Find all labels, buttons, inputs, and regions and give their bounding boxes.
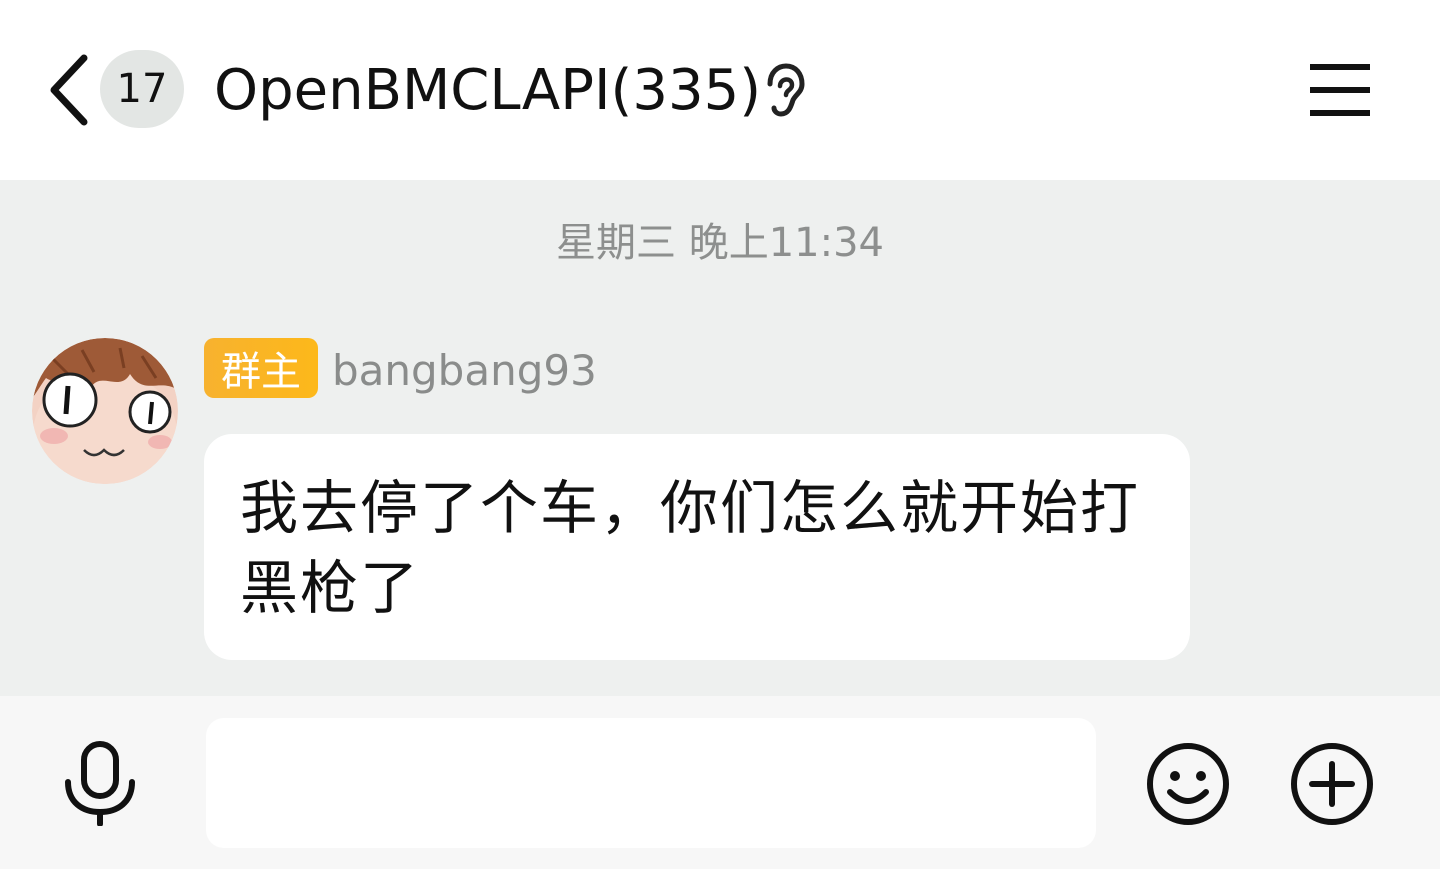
message-bubble[interactable]: 我去停了个车，你们怎么就开始打黑枪了	[204, 434, 1190, 660]
chat-header: 17 OpenBMCLAPI(335)	[0, 0, 1440, 180]
ear-icon[interactable]	[758, 62, 810, 118]
sender-name[interactable]: bangbang93	[332, 340, 597, 400]
avatar[interactable]	[32, 338, 178, 484]
voice-button[interactable]	[60, 740, 140, 827]
smiley-icon	[1147, 743, 1229, 825]
chevron-left-icon	[50, 54, 88, 126]
unread-count-badge[interactable]: 17	[100, 50, 184, 128]
message-list[interactable]: 星期三 晚上11:34 群主 bangbang93 我去停了个车，你们怎么就开始…	[0, 180, 1440, 696]
microphone-icon	[65, 741, 135, 827]
plus-circle-icon	[1291, 743, 1373, 825]
anime-face-avatar	[32, 338, 178, 484]
group-owner-badge: 群主	[204, 338, 318, 398]
chat-screen: 17 OpenBMCLAPI(335) 星期三 晚上11:34 群主 bangb…	[0, 0, 1440, 869]
menu-button[interactable]	[1302, 58, 1378, 122]
emoji-button[interactable]	[1144, 740, 1232, 828]
input-bar	[0, 696, 1440, 869]
chat-title: OpenBMCLAPI(335)	[214, 57, 762, 123]
hamburger-menu-icon	[1310, 64, 1370, 116]
message-input[interactable]	[206, 718, 1096, 848]
message-timestamp: 星期三 晚上11:34	[556, 220, 884, 266]
back-button[interactable]	[40, 52, 96, 128]
message-text: 我去停了个车，你们怎么就开始打黑枪了	[240, 474, 1141, 622]
more-options-button[interactable]	[1288, 740, 1376, 828]
